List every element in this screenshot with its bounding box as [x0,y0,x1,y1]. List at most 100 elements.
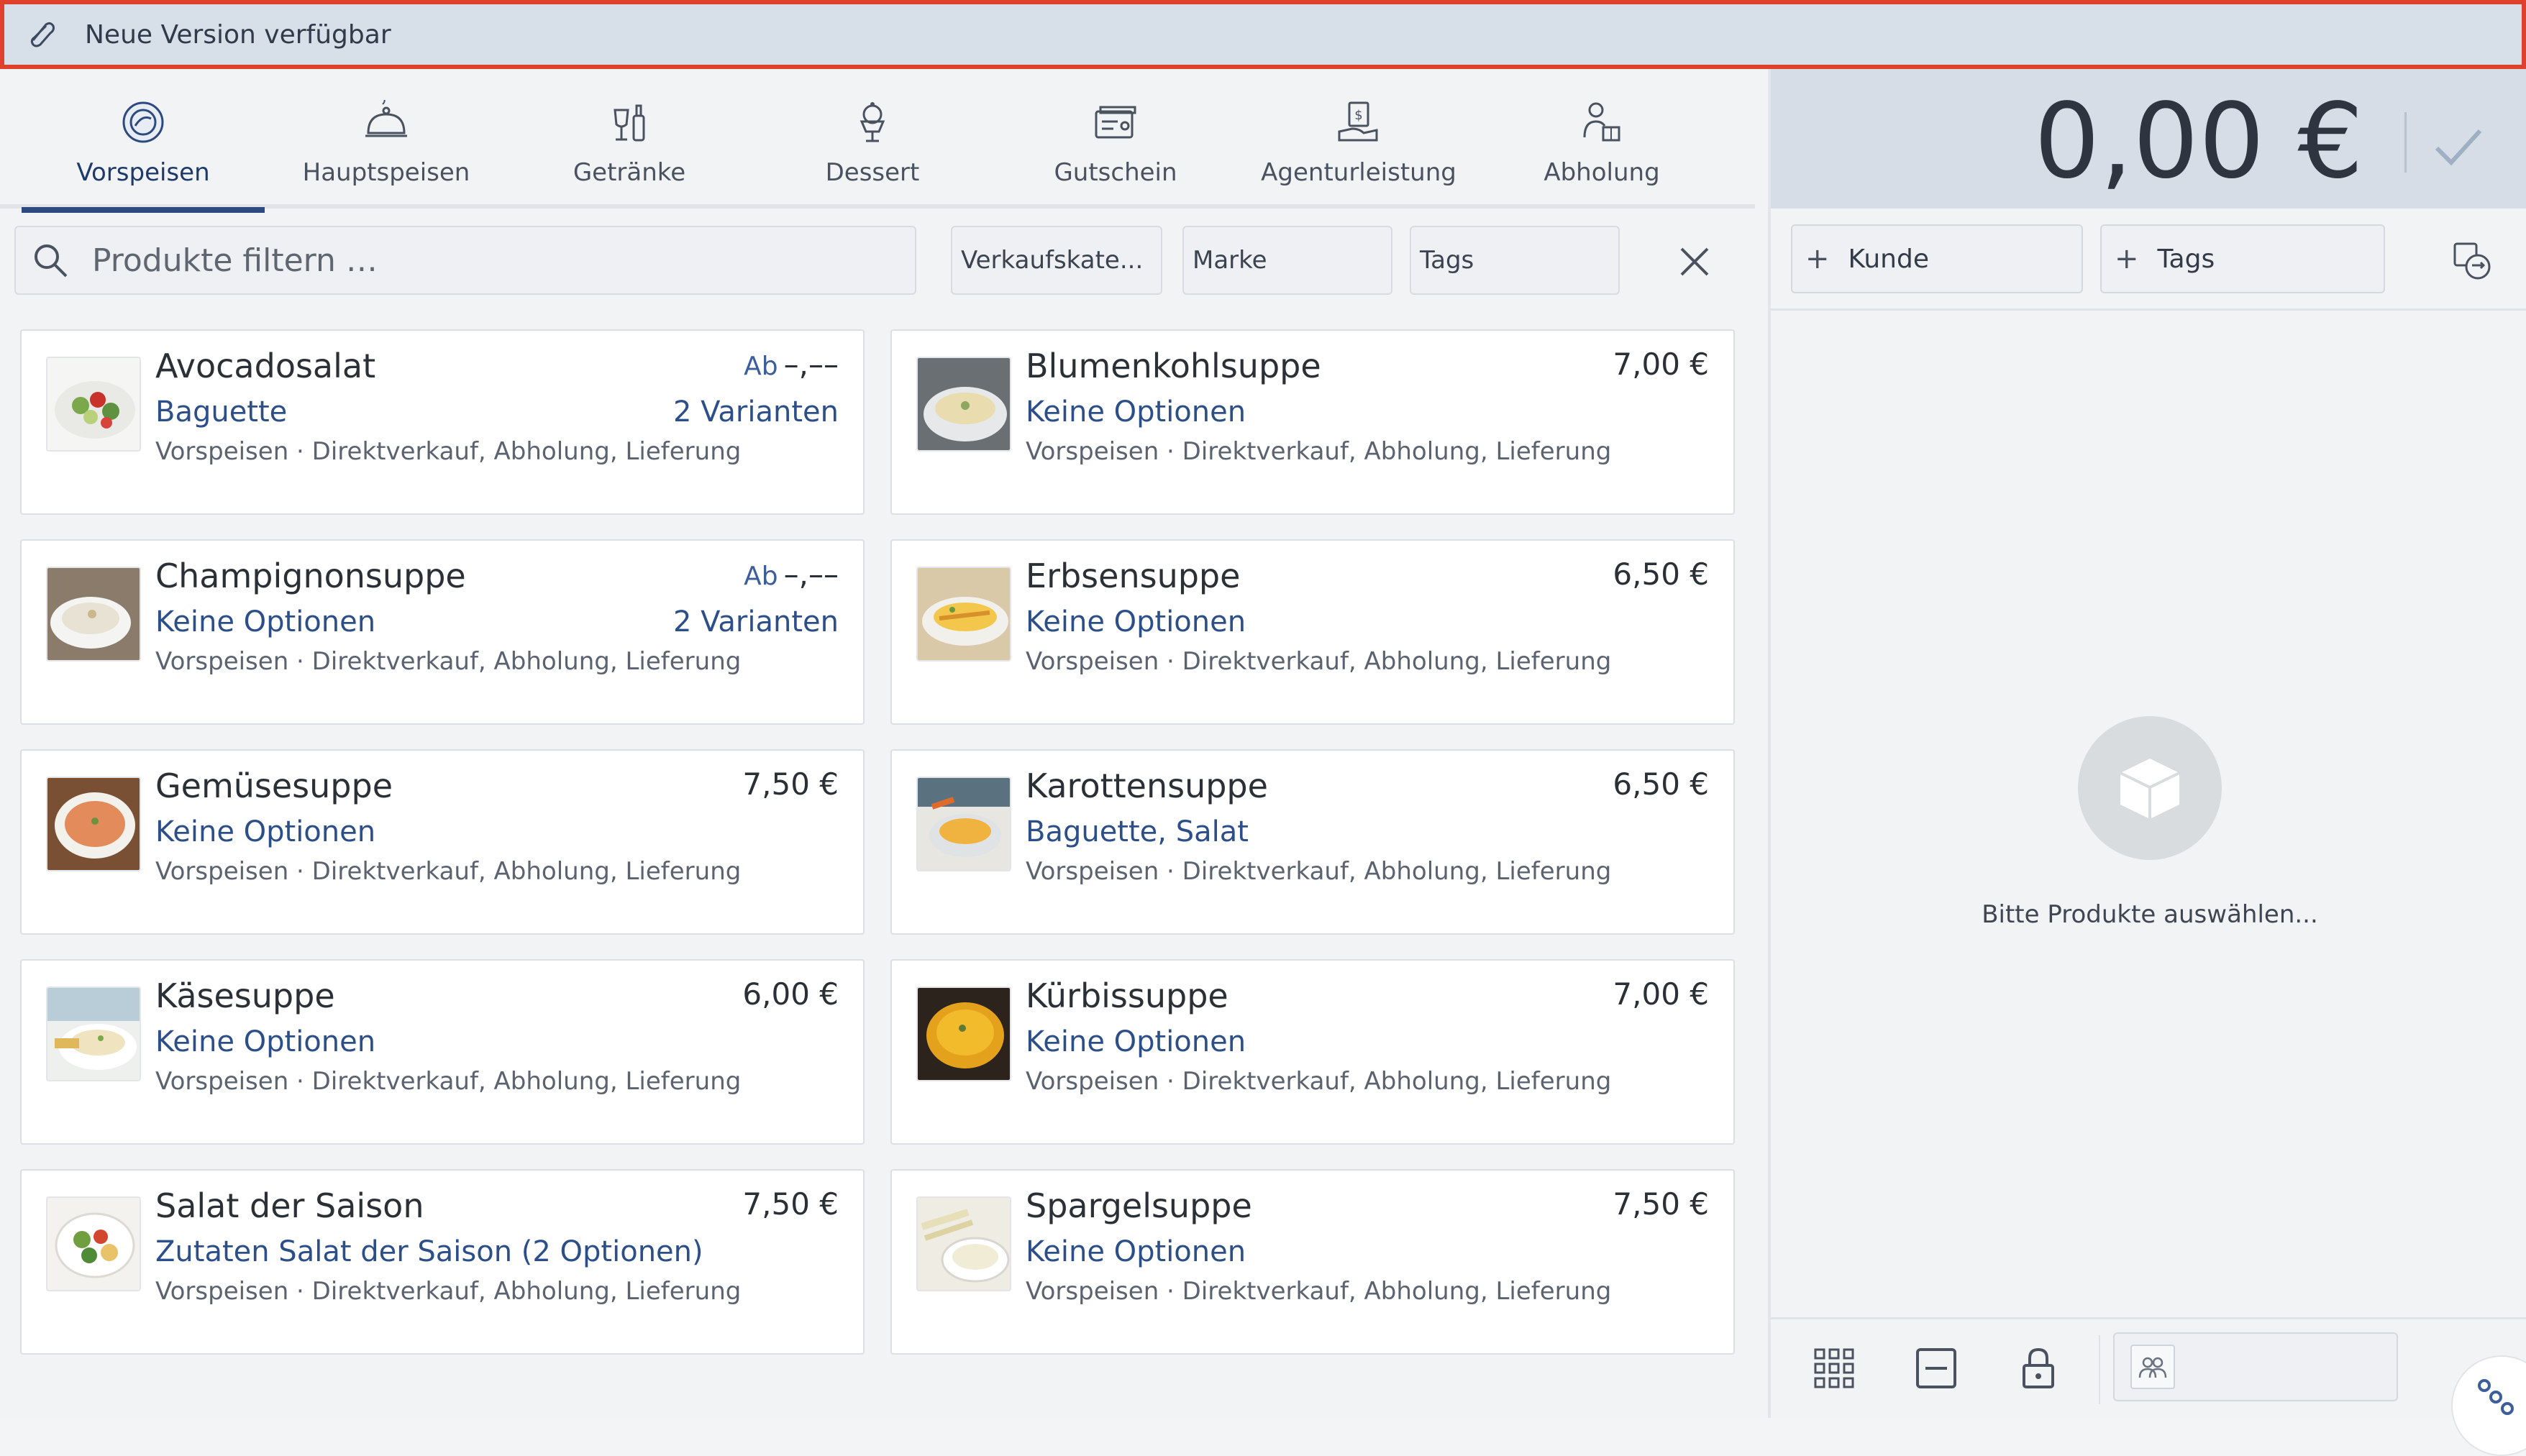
product-pane: Vorspeisen Hauptspeisen Getränke Dessert… [0,69,1768,1418]
product-price: 7,50 € [737,766,839,802]
appetizer-icon [114,93,172,151]
tab-label: Getränke [573,158,686,187]
price-value: 7,00 € [1613,347,1709,382]
update-icon [23,14,63,55]
pickup-icon [1573,93,1631,151]
product-image [46,777,141,871]
more-menu-button[interactable] [2451,1355,2526,1456]
product-card[interactable]: Blumenkohlsuppe Keine Optionen Vorspeise… [890,329,1735,515]
product-card[interactable]: Kürbissuppe Keine Optionen Vorspeisen · … [890,959,1735,1145]
price-value: –,–– [783,347,839,382]
tab-agenturleistung[interactable]: $ Agenturleistung [1237,69,1480,209]
product-card[interactable]: Karottensuppe Baguette, Salat Vorspeisen… [890,749,1735,935]
product-card[interactable]: Gemüsesuppe Keine Optionen Vorspeisen · … [20,749,865,935]
add-customer-button[interactable]: + Kunde [1791,224,2083,293]
product-meta: Vorspeisen · Direktverkauf, Abholung, Li… [1026,1277,1612,1306]
tab-getraenke[interactable]: Getränke [508,69,751,209]
product-name: Salat der Saison [155,1186,424,1225]
lock-icon[interactable] [2012,1342,2064,1394]
price-value: 6,00 € [742,976,839,1012]
tab-label: Hauptspeisen [302,158,470,187]
dots-icon [2477,1377,2520,1420]
dessert-icon [844,93,901,151]
product-image [916,1196,1011,1291]
tab-label: Vorspeisen [76,158,210,187]
empty-cart-message: Bitte Produkte auswählen... [1982,900,2318,929]
add-customer-label: Kunde [1848,244,1929,274]
cart-pane: 0,00 € + Kunde + Tags Bitte Produkte aus… [1768,69,2526,1456]
search-box[interactable] [14,226,916,295]
product-name: Spargelsuppe [1026,1186,1252,1225]
tags-filter[interactable]: Tags [1410,226,1620,295]
product-meta: Vorspeisen · Direktverkauf, Abholung, Li… [155,1277,742,1306]
tab-label: Agenturleistung [1261,158,1456,187]
add-tags-button[interactable]: + Tags [2100,224,2385,293]
update-banner[interactable]: Neue Version verfügbar [0,0,2526,69]
search-icon [30,240,70,280]
product-options: Keine Optionen [155,815,376,848]
product-image [916,777,1011,871]
plus-icon: + [1805,242,1830,275]
clear-filters-icon[interactable] [1670,237,1719,286]
sales-category-filter[interactable]: Verkaufskate... [951,226,1162,295]
swap-icon[interactable] [2448,237,2496,285]
product-price: 7,00 € [1607,976,1709,1012]
product-card[interactable]: Spargelsuppe Keine Optionen Vorspeisen ·… [890,1169,1735,1355]
price-prefix: Ab [744,352,778,381]
tab-abholung[interactable]: Abholung [1480,69,1723,209]
product-options: Keine Optionen [1026,1025,1246,1058]
grid-icon[interactable] [1808,1342,1860,1394]
category-tabs: Vorspeisen Hauptspeisen Getränke Dessert… [0,69,1755,213]
box-icon [2078,716,2222,860]
product-options: Zutaten Salat der Saison (2 Optionen) [155,1235,703,1268]
product-name: Gemüsesuppe [155,766,393,805]
filter-bar: Verkaufskate... Marke Tags [0,213,1755,306]
price-prefix: Ab [744,562,778,591]
product-options: Keine Optionen [1026,1235,1246,1268]
product-price: 7,00 € [1607,347,1709,382]
price-value: 6,50 € [1613,557,1709,592]
tab-dessert[interactable]: Dessert [751,69,994,209]
plus-icon: + [2115,242,2139,275]
product-name: Kürbissuppe [1026,976,1228,1015]
tab-label: Dessert [825,158,920,187]
product-name: Avocadosalat [155,347,376,385]
product-meta: Vorspeisen · Direktverkauf, Abholung, Li… [155,857,742,886]
search-input[interactable] [92,242,811,279]
product-name: Champignonsuppe [155,557,466,595]
product-options: Baguette [155,395,288,429]
product-image [46,357,141,452]
product-card[interactable]: Käsesuppe Keine Optionen Vorspeisen · Di… [20,959,865,1145]
product-meta: Vorspeisen · Direktverkauf, Abholung, Li… [1026,1067,1612,1096]
minus-box-icon[interactable] [1910,1342,1962,1394]
tab-gutschein[interactable]: Gutschein [994,69,1237,209]
product-card[interactable]: Salat der Saison Zutaten Salat der Saiso… [20,1169,865,1355]
drinks-icon [601,93,658,151]
checkout-check-icon[interactable] [2428,116,2489,177]
product-variants: 2 Varianten [673,605,839,638]
product-meta: Vorspeisen · Direktverkauf, Abholung, Li… [155,647,742,676]
product-price: 6,50 € [1607,766,1709,802]
product-name: Karottensuppe [1026,766,1268,805]
product-price: 7,50 € [1607,1186,1709,1222]
empty-cart: Bitte Produkte auswählen... [1771,716,2526,929]
voucher-icon [1087,93,1144,151]
product-image [46,986,141,1081]
tab-hauptspeisen[interactable]: Hauptspeisen [265,69,508,209]
add-tags-label: Tags [2157,244,2215,274]
product-meta: Vorspeisen · Direktverkauf, Abholung, Li… [155,1067,742,1096]
cart-actions: + Kunde + Tags [1771,209,2526,311]
product-image [916,357,1011,452]
product-card[interactable]: Erbsensuppe Keine Optionen Vorspeisen · … [890,539,1735,725]
price-value: –,–– [783,557,839,592]
banner-text: Neue Version verfügbar [85,19,391,50]
price-value: 7,50 € [742,766,839,802]
guest-field[interactable] [2113,1332,2398,1401]
product-options: Keine Optionen [1026,395,1246,429]
product-card[interactable]: Avocadosalat Baguette Vorspeisen · Direk… [20,329,865,515]
brand-filter[interactable]: Marke [1182,226,1392,295]
product-name: Käsesuppe [155,976,335,1015]
tab-vorspeisen[interactable]: Vorspeisen [22,69,265,213]
divider [2404,112,2407,173]
product-card[interactable]: Champignonsuppe Keine Optionen Vorspeise… [20,539,865,725]
